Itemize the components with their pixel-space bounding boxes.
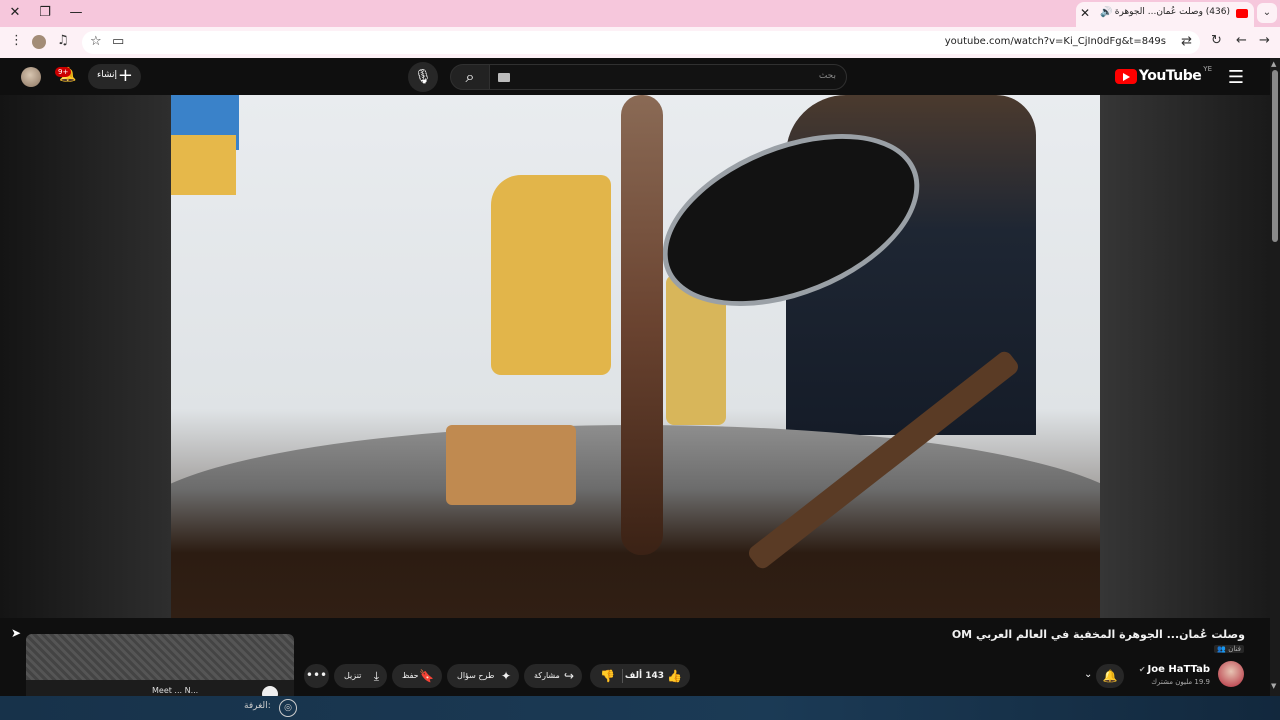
more-actions-button[interactable]: ••• (304, 664, 329, 688)
video-title: وصلت عُمان... الجوهرة المخفية في العالم … (951, 628, 1245, 641)
scrollbar-thumb[interactable] (1272, 70, 1278, 242)
search-button[interactable]: ⌕ (450, 64, 490, 90)
logo-text: YouTube (1138, 68, 1202, 84)
search-input[interactable]: بحث (489, 64, 847, 90)
forward-arrow-icon[interactable]: → (1259, 33, 1270, 48)
verified-check-icon: ✔ (1138, 665, 1146, 674)
dislike-thumb-icon[interactable]: 👎 (600, 669, 615, 683)
chevron-down-icon[interactable]: ⌄ (1084, 669, 1092, 680)
speaker-icon[interactable]: 🔊 (1100, 7, 1112, 18)
search-placeholder: بحث (818, 71, 836, 81)
minimize-window-icon[interactable]: — (66, 4, 86, 22)
video-player[interactable] (0, 95, 1270, 618)
hamburger-menu-icon[interactable]: ☰ (1228, 67, 1244, 88)
reload-icon[interactable]: ↻ (1211, 33, 1222, 48)
save-button[interactable]: 🔖 حفظ (392, 664, 442, 688)
video-frame[interactable] (171, 95, 1100, 618)
bookmark-icon: 🔖 (419, 669, 434, 683)
omnibox[interactable]: ☆ ▭ youtube.com/watch?v=Ki_CjIn0dFg&t=84… (82, 31, 1200, 54)
channel-name[interactable]: ✔ Joe HaTTab (1139, 664, 1210, 675)
youtube-logo[interactable]: YouTube YE (1114, 65, 1212, 84)
channel-avatar[interactable] (1218, 661, 1244, 687)
restore-window-icon[interactable]: ❐ (35, 4, 55, 22)
share-label: مشاركة (534, 671, 560, 680)
share-arrow-icon: ↪ (563, 669, 574, 683)
channel-name-text: Joe HaTTab (1147, 664, 1210, 675)
like-count[interactable]: 143 ألف (625, 671, 664, 681)
save-label: حفظ (402, 671, 419, 680)
youtube-header: ☰ YouTube YE بحث ⌕ 🎙 + إنشاء 🔔 (0, 58, 1270, 95)
ambient-right (1100, 95, 1270, 618)
scroll-up-icon[interactable]: ▲ (1271, 60, 1276, 68)
notification-badge: 9+ (55, 67, 72, 77)
taskbar-app-icon[interactable]: ◎ (279, 699, 297, 717)
os-taskbar: الغرفة: ◎ (0, 696, 1280, 720)
tab-search-chevron-icon[interactable]: ⌄ (1257, 3, 1277, 23)
plus-icon: + (117, 65, 133, 86)
page-scrollbar[interactable]: ▲ ▼ (1270, 58, 1280, 696)
search-icon: ⌕ (465, 67, 475, 86)
address-toolbar: ⋮ ♫ ☆ ▭ youtube.com/watch?v=Ki_CjIn0dFg&… (0, 27, 1280, 58)
artist-tag: 👥 فنان (1214, 645, 1244, 653)
url-text[interactable]: youtube.com/watch?v=Ki_CjIn0dFg&t=849s (945, 36, 1166, 47)
share-button[interactable]: ↪ مشاركة (524, 664, 582, 688)
media-control-icon[interactable]: ♫ (57, 33, 69, 48)
youtube-favicon-icon (1236, 9, 1248, 18)
tab-title: (436) وصلت عُمان... الجوهرة (1114, 7, 1230, 17)
install-app-icon[interactable]: ▭ (112, 34, 124, 49)
browser-tab-strip: ✕ ❐ — + (436) وصلت عُمان... الجوهرة 🔊 ✕ … (0, 0, 1280, 27)
microphone-icon: 🎙 (414, 69, 432, 85)
scene-mixer (491, 175, 611, 375)
subscriber-count: 19.9 مليون مشترك (1151, 678, 1210, 686)
artist-tag-label: فنان (1228, 645, 1241, 653)
ask-label: طرح سؤال (457, 671, 495, 680)
close-window-icon[interactable]: ✕ (5, 4, 25, 22)
video-details: وصلت عُمان... الجوهرة المخفية في العالم … (0, 618, 1270, 702)
mouse-cursor-icon: ➤ (11, 626, 22, 640)
user-avatar[interactable] (21, 67, 41, 87)
youtube-play-icon (1114, 68, 1137, 84)
download-button[interactable]: ⤓ تنزيل (334, 664, 387, 688)
sparkle-icon: ✦ (500, 669, 511, 683)
like-thumb-icon[interactable]: 👍 (667, 669, 682, 683)
related-video-preview[interactable]: Meet ... N... (26, 634, 294, 702)
browser-menu-icon[interactable]: ⋮ (10, 33, 23, 48)
divider (622, 669, 623, 683)
country-code: YE (1203, 65, 1212, 73)
star-bookmark-icon[interactable]: ☆ (90, 34, 102, 49)
tab-close-button[interactable]: ✕ (1080, 6, 1090, 20)
create-button[interactable]: + إنشاء (88, 64, 141, 89)
scene-halwa (446, 425, 576, 505)
ask-button[interactable]: ✦ طرح سؤال (447, 664, 519, 688)
browser-tab-active[interactable]: (436) وصلت عُمان... الجوهرة 🔊 ✕ (1076, 2, 1254, 27)
scene-pour-stream (621, 95, 663, 555)
more-dots-icon: ••• (305, 668, 328, 682)
site-settings-icon[interactable]: ⇄ (1181, 34, 1192, 49)
download-icon: ⤓ (373, 669, 379, 683)
create-label: إنشاء (97, 70, 118, 80)
profile-avatar[interactable] (32, 35, 46, 49)
download-label: تنزيل (344, 671, 362, 680)
back-arrow-icon[interactable]: ← (1236, 33, 1247, 48)
preview-title: Meet ... N... (152, 686, 199, 695)
ambient-left (0, 95, 171, 618)
artist-icon: 👥 (1217, 645, 1227, 653)
scroll-down-icon[interactable]: ▼ (1271, 682, 1276, 690)
keyboard-icon[interactable] (498, 73, 510, 82)
bell-icon: 🔔 (1102, 669, 1118, 683)
voice-search-button[interactable]: 🎙 (408, 62, 438, 92)
scene-yellow-object (171, 135, 236, 195)
taskbar-label: الغرفة: (244, 701, 271, 711)
like-dislike-group: 👍 143 ألف 👎 (590, 664, 690, 688)
subscribe-bell-button[interactable]: 🔔 (1096, 664, 1124, 688)
